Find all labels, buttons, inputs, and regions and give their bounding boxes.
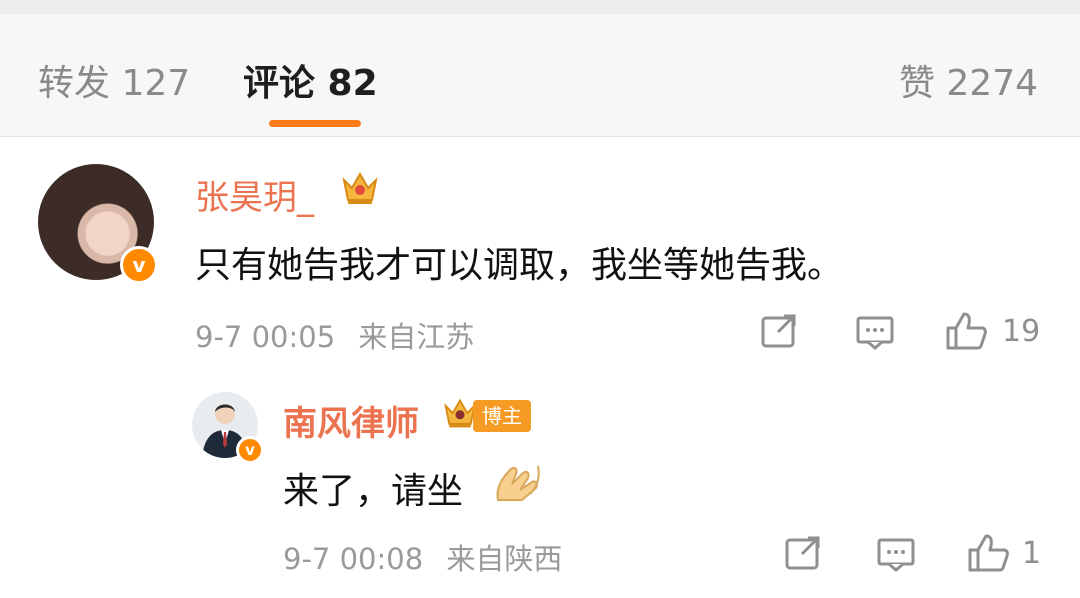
comment-time: 9-7 00:05 (195, 320, 336, 354)
tab-repost[interactable]: 转发 127 (38, 54, 190, 106)
verified-badge: v (236, 436, 264, 464)
active-tab-indicator (269, 120, 361, 127)
blogger-badge: 博主 (473, 400, 531, 432)
comment-meta: 9-7 00:05 来自江苏 (195, 314, 488, 356)
reply-meta: 9-7 00:08 来自陕西 (283, 536, 576, 578)
post-tabs: 转发 127 评论 82 赞 2274 (0, 14, 1080, 137)
reply-text: 来了，请坐 (283, 471, 464, 512)
status-bar-strip (0, 0, 1080, 14)
reply-username[interactable]: 南风律师 (283, 396, 419, 445)
share-icon[interactable] (784, 536, 824, 572)
crown-icon (342, 171, 378, 204)
reply-location: 来自陕西 (446, 542, 563, 576)
thumbs-up-icon[interactable] (966, 532, 1010, 574)
share-icon[interactable] (760, 314, 800, 350)
hands-emoji-icon (496, 465, 540, 501)
like-count: 19 (1002, 314, 1041, 349)
reply-time: 9-7 00:08 (283, 542, 424, 576)
like-count: 1 (1022, 536, 1042, 571)
comment-location: 来自江苏 (358, 320, 475, 354)
thumbs-up-icon[interactable] (944, 310, 988, 352)
reply-icon[interactable] (876, 536, 916, 572)
tab-likes[interactable]: 赞 2274 (899, 54, 1038, 106)
comment-username[interactable]: 张昊玥_ (195, 170, 314, 219)
verified-badge: v (120, 246, 158, 284)
comment-text: 只有她告我才可以调取，我坐等她告我。 (195, 245, 844, 286)
tab-comments[interactable]: 评论 82 (243, 54, 378, 106)
reply-icon[interactable] (855, 314, 895, 350)
